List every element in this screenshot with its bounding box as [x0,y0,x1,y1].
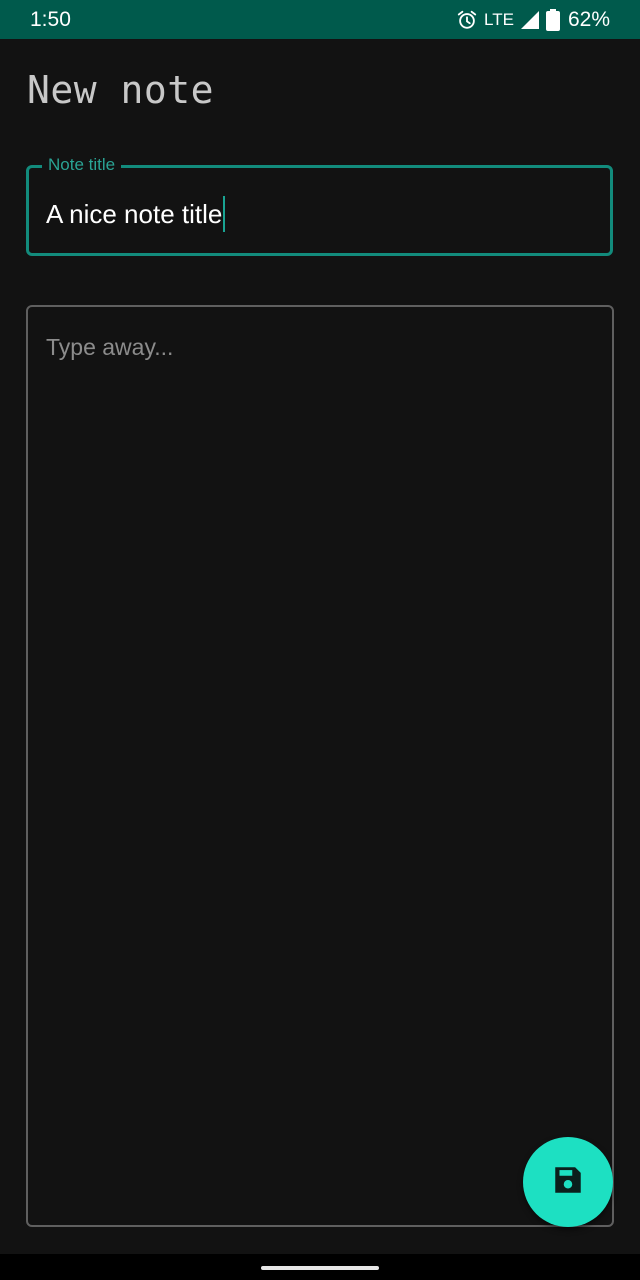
battery-icon [545,8,560,31]
battery-percent: 62% [567,7,610,31]
status-time: 1:50 [30,7,71,31]
network-type: LTE [484,9,514,29]
note-title-value: A nice note title [46,199,223,229]
status-bar: 1:50 LTE 62% [0,0,640,39]
save-button[interactable] [523,1137,613,1227]
text-cursor [223,196,226,232]
home-gesture-handle[interactable] [261,1266,379,1270]
navigation-bar [0,1254,640,1280]
alarm-icon [456,9,478,31]
save-icon [551,1163,585,1202]
note-body-placeholder: Type away... [46,334,174,360]
note-title-input[interactable]: A nice note title [46,196,226,232]
signal-icon [520,10,540,30]
note-title-label: Note title [42,156,122,174]
page-title: New note [27,68,215,112]
status-icons: LTE 62% [456,8,610,32]
note-title-field[interactable]: Note title A nice note title [26,156,613,256]
note-body-field[interactable]: Type away... [26,305,614,1227]
